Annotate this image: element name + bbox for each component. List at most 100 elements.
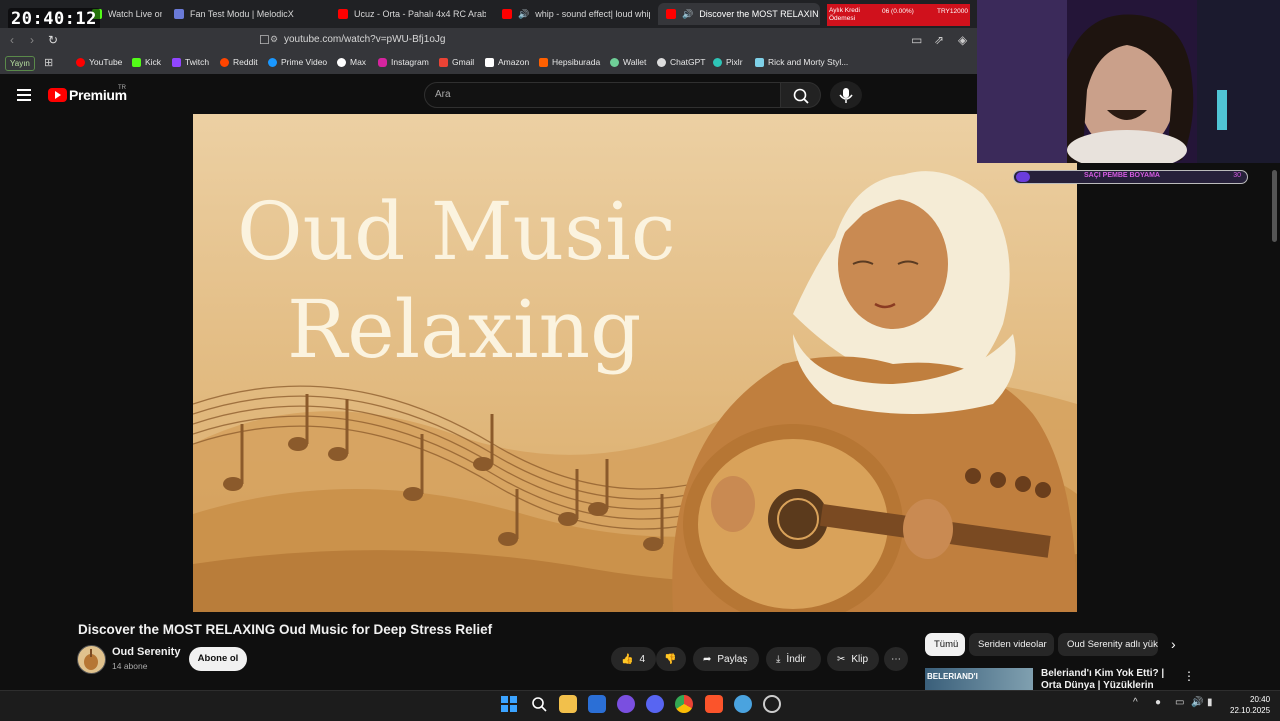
max-icon [337, 57, 346, 67]
obs-icon[interactable] [617, 695, 635, 713]
oud-avatar-icon [84, 649, 98, 670]
bookmark-instagram[interactable]: Instagram [378, 57, 429, 67]
prime-video-icon [268, 57, 277, 67]
chatgpt-icon [657, 57, 666, 67]
subscriber-count: 14 abone [112, 661, 148, 671]
reddit-icon [220, 57, 229, 67]
site-info-icon[interactable]: ⚙ [270, 34, 278, 45]
share-button[interactable]: ➦ Paylaş [693, 647, 759, 671]
bookmark-amazon[interactable]: Amazon [485, 57, 529, 67]
more-actions-button[interactable]: ⋯ [884, 647, 908, 671]
tab-active-video[interactable]: 🔊 Discover the MOST RELAXIN ✕ [658, 3, 820, 25]
battery-icon[interactable]: ▮ [1207, 697, 1213, 708]
tray-time: 20:40 [1250, 695, 1271, 704]
volume-icon[interactable]: 🔊 [1191, 697, 1203, 708]
settings-icon[interactable] [763, 695, 781, 713]
network-icon[interactable]: ▭ [1175, 697, 1184, 708]
back-icon[interactable]: ‹ [10, 33, 14, 47]
speaker-icon: 🔊 [682, 8, 694, 19]
subscribe-button[interactable]: Abone ol [189, 647, 247, 671]
tray-chevron-icon[interactable]: ^ [1133, 697, 1138, 708]
twitch-icon [172, 57, 181, 67]
region-code: TR [118, 85, 126, 91]
chip-series[interactable]: Seriden videolar [969, 633, 1054, 656]
shield-icon[interactable]: ◈ [958, 33, 967, 47]
youtube-logo-icon[interactable] [48, 88, 67, 102]
bookmark-kick[interactable]: Kick [132, 57, 161, 67]
tray-clock[interactable]: 20:40 22.10.2025 [1230, 694, 1270, 716]
goal-progress-fill [1016, 172, 1030, 182]
reload-icon[interactable]: ↻ [48, 33, 58, 47]
chrome-icon[interactable] [675, 695, 693, 713]
discord-icon[interactable] [646, 695, 664, 713]
channel-avatar[interactable] [77, 645, 106, 674]
bookmark-twitch[interactable]: Twitch [172, 57, 209, 67]
youtube-icon [666, 9, 676, 19]
url-field[interactable]: youtube.com/watch?v=pWU-Bfj1oJg [284, 34, 445, 45]
menu-icon[interactable] [17, 89, 31, 101]
channel-name[interactable]: Oud Serenity [112, 646, 180, 658]
kebab-menu-icon[interactable]: ⋮ [1183, 669, 1195, 683]
recommended-title[interactable]: Beleriand'ı Kim Yok Etti? | Orta Dünya |… [1041, 668, 1176, 690]
bookmark-prime-video[interactable]: Prime Video [268, 57, 327, 67]
bookmark-icon[interactable]: ☐ [259, 33, 270, 47]
tab-rc-araba[interactable]: Ucuz - Orta - Pahalı 4x4 RC Araba Kı [330, 3, 486, 25]
bookmark-chatgpt[interactable]: ChatGPT [657, 57, 705, 67]
chevron-right-icon[interactable]: › [1171, 636, 1176, 652]
mic-icon [839, 88, 853, 103]
video-player[interactable]: Oud Music Relaxing [193, 114, 1077, 612]
bookmark-wallet[interactable]: Wallet [610, 57, 646, 67]
apps-grid-icon[interactable]: ⊞ [44, 56, 53, 69]
kick-icon [132, 57, 141, 67]
cast-icon[interactable]: ▭ [911, 33, 922, 47]
forward-icon[interactable]: › [30, 33, 34, 47]
bookmark-hepsiburada[interactable]: Hepsiburada [539, 57, 600, 67]
share-icon[interactable]: ⇗ [934, 33, 944, 47]
windows-start-icon[interactable] [500, 695, 518, 713]
bookmark-reddit[interactable]: Reddit [220, 57, 258, 67]
instagram-icon [378, 57, 387, 67]
scissors-icon: ✂ [837, 653, 846, 665]
tab-melodicx[interactable]: Fan Test Modu | MelodicX [166, 3, 322, 25]
bookmark-pixlr[interactable]: Pixlr [713, 57, 743, 67]
address-bar-row [0, 28, 977, 53]
melodicx-icon [174, 9, 184, 19]
search-icon[interactable] [530, 695, 548, 713]
brave-icon[interactable] [705, 695, 723, 713]
bookmark-gmail[interactable]: Gmail [439, 57, 474, 67]
page-scrollbar[interactable] [1272, 170, 1277, 242]
credit-label: Aylık Kredi Ödemesi [829, 7, 860, 22]
video-title-line-2: Relaxing [287, 283, 642, 376]
chip-all[interactable]: Tümü [925, 633, 965, 656]
bookmark-youtube[interactable]: YouTube [76, 57, 122, 67]
thumbnail-text: BELERIAND'I [927, 672, 978, 681]
mic-tray-icon[interactable]: ● [1155, 697, 1161, 708]
credit-amount: TRY12000 [937, 8, 968, 15]
voice-search-button[interactable] [830, 81, 862, 109]
like-button[interactable]: 👍 4 [611, 647, 656, 671]
webcam-feed [977, 0, 1280, 163]
clip-button[interactable]: ✂ Klip [827, 647, 879, 671]
bookmark-rick-and-morty[interactable]: Rick and Morty Styl... [755, 57, 848, 67]
recommended-thumbnail[interactable]: BELERIAND'I [925, 668, 1033, 690]
search-input[interactable]: Ara [424, 82, 781, 108]
stream-clock: 20:40:12 [8, 8, 100, 30]
more-icon: ⋯ [891, 653, 901, 665]
video-page-title: Discover the MOST RELAXING Oud Music for… [78, 622, 493, 637]
speaker-icon: 🔊 [518, 8, 530, 19]
tab-whip[interactable]: 🔊 whip - sound effect| loud whip so [494, 3, 650, 25]
chip-channel[interactable]: Oud Serenity adlı yük [1058, 633, 1158, 656]
download-button[interactable]: ⤓ İndir [766, 647, 821, 671]
dislike-button[interactable]: 👎 [656, 647, 686, 671]
amazon-icon [485, 57, 494, 67]
thumbs-down-icon: 👎 [664, 653, 677, 665]
rick-and-morty-icon [755, 57, 764, 67]
file-explorer-icon[interactable] [559, 695, 577, 713]
yayin-badge[interactable]: Yayın [5, 56, 35, 71]
hepsiburada-icon [539, 57, 548, 67]
search-button[interactable] [781, 82, 821, 108]
tray-date: 22.10.2025 [1230, 706, 1271, 715]
store-icon[interactable] [588, 695, 606, 713]
app-icon[interactable] [734, 695, 752, 713]
bookmark-max[interactable]: Max [337, 57, 366, 67]
